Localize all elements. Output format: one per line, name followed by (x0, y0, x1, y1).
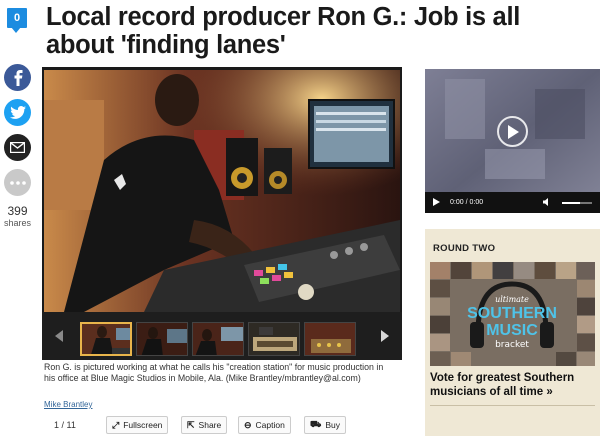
video-current-time: 0:00 (450, 199, 464, 206)
gallery-thumbnail[interactable] (136, 322, 188, 356)
video-play-overlay[interactable] (497, 116, 528, 147)
fullscreen-button[interactable]: ⤢ Fullscreen (106, 416, 169, 434)
promo-headline-link[interactable]: Vote for greatest Southern musicians of … (430, 371, 595, 399)
more-share-button[interactable] (4, 169, 31, 196)
svg-text:SOUTHERN: SOUTHERN (467, 305, 557, 322)
gallery-counter: 1 / 11 (54, 420, 76, 430)
gallery-prev-button[interactable] (42, 312, 76, 360)
share-icon: ⇱ (187, 419, 195, 430)
promo-divider (430, 405, 595, 406)
minus-circle-icon: ⊖ (244, 419, 252, 430)
article-headline: Local record producer Ron G.: Job is all… (46, 3, 521, 59)
facebook-icon (14, 69, 22, 86)
chevron-right-icon (381, 330, 389, 342)
video-player[interactable]: 0:00 / 0:00 (425, 69, 600, 213)
email-icon (10, 142, 25, 153)
promo-module[interactable]: ROUND TWO ultimate SOUTHERN MUSIC bracke… (425, 229, 600, 436)
video-time: 0:00 / 0:00 (450, 199, 483, 206)
share-rail: 399 shares (4, 64, 34, 228)
fullscreen-label: Fullscreen (123, 420, 163, 430)
gallery-thumbnail[interactable] (304, 322, 356, 356)
video-volume-button[interactable] (543, 197, 552, 208)
gallery-next-button[interactable] (368, 312, 402, 360)
buy-label: Buy (325, 420, 340, 430)
video-duration: 0:00 (469, 199, 484, 206)
play-icon (433, 197, 440, 206)
gallery-thumbnail[interactable] (192, 322, 244, 356)
photo-caption: Ron G. is pictured working at what he ca… (44, 362, 384, 383)
caption-toggle-button[interactable]: ⊖ Caption (238, 416, 291, 434)
video-time-separator: / (465, 199, 468, 206)
email-share-button[interactable] (4, 134, 31, 161)
svg-text:ultimate: ultimate (495, 295, 529, 304)
buy-button[interactable]: ⛟ Buy (304, 416, 346, 434)
twitter-share-button[interactable] (4, 99, 31, 126)
video-play-button[interactable] (433, 197, 440, 208)
video-volume-slider[interactable] (562, 201, 592, 204)
svg-text:bracket: bracket (495, 340, 529, 350)
gallery-thumbnail[interactable] (248, 322, 300, 356)
twitter-icon (9, 106, 26, 119)
gallery-controls: 1 / 11 ⤢ Fullscreen ⇱ Share ⊖ Caption ⛟ … (44, 416, 394, 434)
photo-credit-link[interactable]: Mike Brantley (44, 400, 92, 409)
share-count-label: shares (4, 218, 32, 228)
comment-count-badge[interactable]: 0 (7, 8, 27, 33)
more-icon (9, 180, 26, 185)
promo-title: ROUND TWO (433, 243, 496, 254)
svg-text:MUSIC: MUSIC (486, 322, 538, 339)
gallery-filmstrip (42, 312, 402, 360)
share-button[interactable]: ⇱ Share (181, 416, 228, 434)
share-label: Share (198, 420, 222, 430)
chevron-left-icon (55, 330, 63, 342)
play-icon (507, 124, 519, 139)
caption-label: Caption (255, 420, 285, 430)
volume-icon (543, 197, 548, 206)
share-count: 399 (7, 204, 28, 218)
gallery-thumbnail[interactable] (80, 322, 132, 356)
cart-icon: ⛟ (310, 419, 322, 429)
promo-bracket-image[interactable]: ultimate SOUTHERN MUSIC bracket (430, 262, 595, 366)
gallery-main-photo[interactable] (44, 70, 400, 312)
video-controls-bar: 0:00 / 0:00 (425, 192, 600, 213)
facebook-share-button[interactable] (4, 64, 31, 91)
studio-photo-image (44, 70, 400, 312)
expand-icon: ⤢ (112, 419, 120, 430)
